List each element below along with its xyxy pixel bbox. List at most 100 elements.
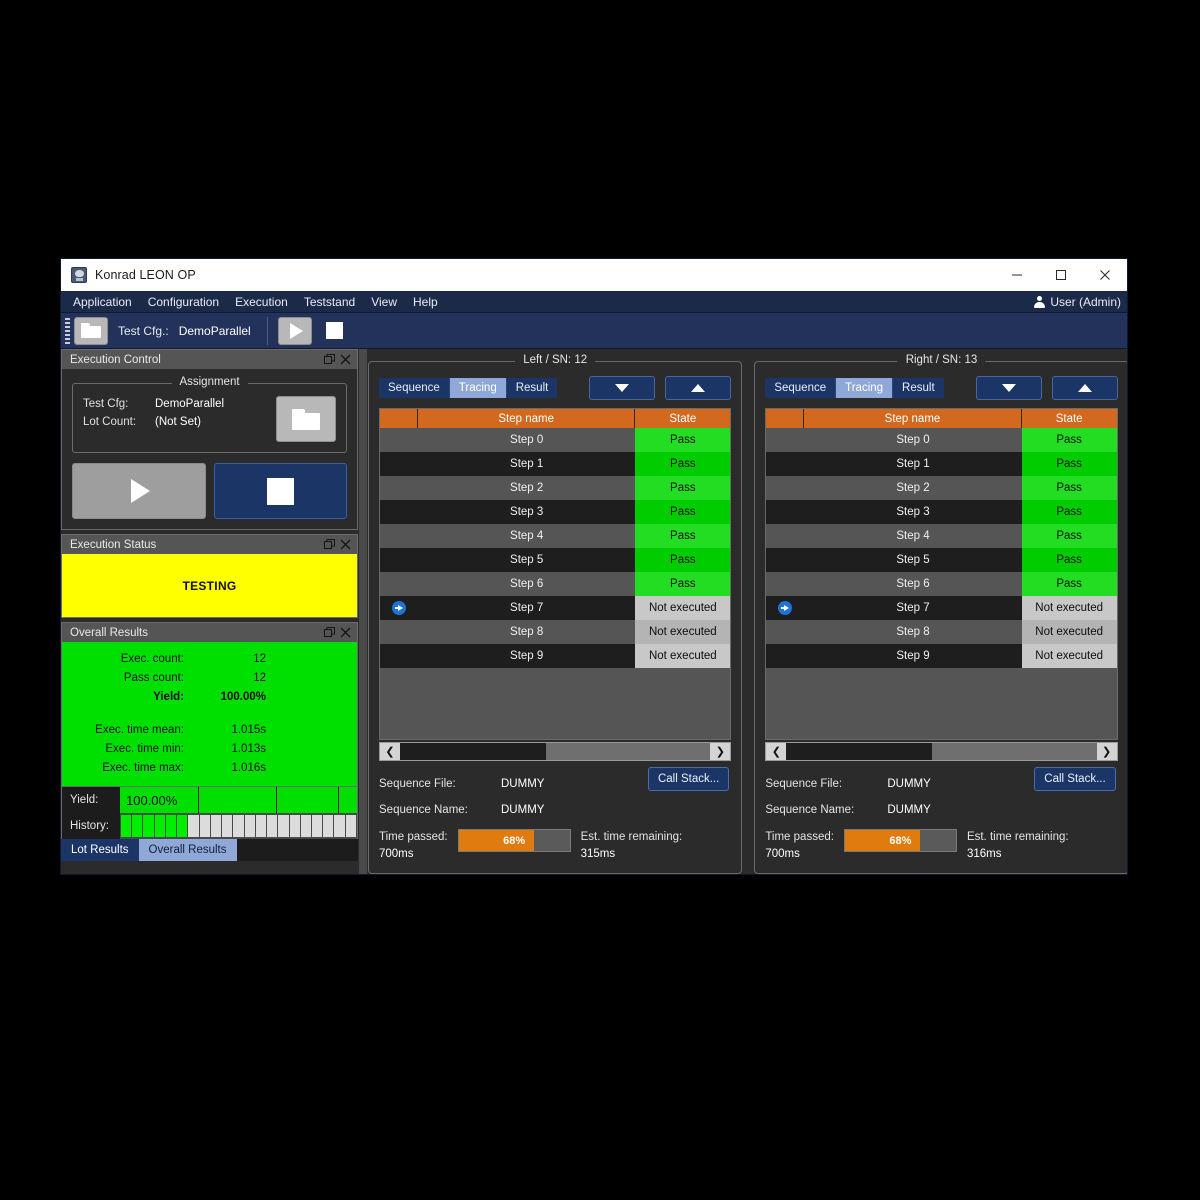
horizontal-scrollbar[interactable]: ❮ ❯	[765, 742, 1118, 761]
open-config-button[interactable]	[74, 316, 108, 345]
info-key: Sequence File:	[379, 778, 456, 790]
menu-view[interactable]: View	[363, 291, 405, 313]
user-indicator[interactable]: User (Admin)	[1034, 291, 1121, 313]
history-cell	[132, 815, 143, 837]
panel-title-overall-results: Overall Results	[70, 626, 148, 639]
table-row[interactable]: Step 9 Not executed	[380, 644, 731, 668]
table-row[interactable]: Step 7 Not executed	[766, 596, 1117, 620]
menu-configuration[interactable]: Configuration	[140, 291, 227, 313]
close-icon[interactable]	[1083, 259, 1127, 291]
scroll-left-icon[interactable]: ❮	[380, 743, 400, 760]
table-row[interactable]: Step 6 Pass	[766, 572, 1117, 596]
info-value: DUMMY	[501, 778, 545, 790]
table-row[interactable]: Step 1 Pass	[766, 452, 1117, 476]
result-key: Exec. count:	[120, 653, 184, 665]
column-header-icon[interactable]	[766, 409, 805, 428]
float-icon[interactable]	[321, 352, 337, 368]
minimize-icon[interactable]	[995, 259, 1039, 291]
station-title: Left / SN: 12	[515, 354, 596, 366]
table-row[interactable]: Step 4 Pass	[766, 524, 1117, 548]
menu-help[interactable]: Help	[405, 291, 446, 313]
table-row[interactable]: Step 5 Pass	[766, 548, 1117, 572]
scroll-down-button[interactable]	[589, 376, 656, 400]
user-icon	[1034, 296, 1046, 308]
table-row[interactable]: Step 4 Pass	[380, 524, 731, 548]
status-badge: TESTING	[182, 578, 237, 593]
scroll-right-icon[interactable]: ❯	[710, 743, 731, 760]
menu-execution[interactable]: Execution	[227, 291, 296, 313]
tab-sequence[interactable]: Sequence	[765, 378, 837, 398]
table-row[interactable]: Step 8 Not executed	[380, 620, 731, 644]
step-name-cell: Step 8	[510, 626, 544, 638]
station-toolbar: Sequence Tracing Result	[765, 376, 1118, 400]
table-row[interactable]: Step 2 Pass	[380, 476, 731, 500]
table-row[interactable]: Step 8 Not executed	[766, 620, 1117, 644]
step-state-cell: Pass	[635, 428, 731, 452]
row-indicator-cell	[766, 620, 804, 644]
result-value: 1.016s	[231, 762, 266, 774]
column-header-icon[interactable]	[380, 409, 418, 428]
panel-body-execution-control: Assignment Test Cfg: DemoParallel Lot Co…	[61, 369, 358, 530]
close-icon[interactable]	[337, 625, 353, 641]
tab-lot-results[interactable]: Lot Results	[61, 839, 139, 861]
table-row[interactable]: Step 3 Pass	[766, 500, 1117, 524]
table-row[interactable]: Step 5 Pass	[380, 548, 731, 572]
scroll-thumb[interactable]	[400, 743, 546, 760]
menu-application[interactable]: Application	[65, 291, 140, 313]
tab-sequence[interactable]: Sequence	[379, 378, 450, 398]
tab-tracing[interactable]: Tracing	[449, 378, 507, 398]
horizontal-scrollbar[interactable]: ❮ ❯	[379, 742, 732, 761]
step-name-cell: Step 7	[896, 602, 930, 614]
call-stack-button[interactable]: Call Stack...	[1034, 767, 1116, 791]
toolbar-grip[interactable]	[65, 317, 70, 344]
scroll-left-icon[interactable]: ❮	[766, 743, 787, 760]
float-icon[interactable]	[321, 537, 337, 553]
browse-config-button[interactable]	[276, 396, 336, 442]
table-row[interactable]: Step 7 Not executed	[380, 596, 731, 620]
column-header-step-name[interactable]: Step name	[418, 409, 636, 428]
table-row[interactable]: Step 1 Pass	[380, 452, 731, 476]
menu-teststand[interactable]: Teststand	[296, 291, 363, 313]
tab-overall-results[interactable]: Overall Results	[138, 839, 237, 861]
tab-result[interactable]: Result	[506, 378, 558, 398]
scroll-track[interactable]	[786, 743, 1097, 760]
step-state-cell: Pass	[635, 572, 731, 596]
call-stack-button[interactable]: Call Stack...	[647, 767, 730, 791]
close-icon[interactable]	[337, 537, 353, 553]
time-passed-value: 700ms	[379, 848, 414, 860]
stop-execution-button[interactable]	[213, 463, 347, 519]
table-row[interactable]: Step 3 Pass	[380, 500, 731, 524]
tab-tracing[interactable]: Tracing	[836, 378, 894, 398]
scroll-thumb[interactable]	[786, 743, 933, 760]
table-body: Step 0 Pass Step 1 Pass Step 2 Pass Step 3 Pass…	[380, 428, 731, 739]
history-cell	[233, 815, 244, 837]
yield-history-strip: Yield: 100.00% History:	[61, 787, 358, 839]
scroll-right-icon[interactable]: ❯	[1096, 743, 1117, 760]
column-header-state[interactable]: State	[635, 409, 731, 428]
scroll-down-button[interactable]	[975, 376, 1042, 400]
maximize-icon[interactable]	[1039, 259, 1083, 291]
est-remaining-label: Est. time remaining:	[966, 831, 1069, 843]
scroll-up-button[interactable]	[1051, 376, 1118, 400]
table-row[interactable]: Step 9 Not executed	[766, 644, 1117, 668]
current-step-arrow-icon	[392, 601, 406, 615]
assignment-row: Test Cfg: DemoParallel	[83, 398, 224, 410]
toolbar-run-button[interactable]	[277, 316, 312, 345]
column-header-state[interactable]: State	[1021, 409, 1117, 428]
close-icon[interactable]	[337, 352, 353, 368]
table-header: Step name State	[766, 409, 1117, 428]
assignment-value: DemoParallel	[155, 398, 225, 410]
table-row[interactable]: Step 0 Pass	[380, 428, 731, 452]
toolbar-separator	[266, 316, 268, 345]
tab-result[interactable]: Result	[893, 378, 944, 398]
scroll-track[interactable]	[400, 743, 711, 760]
start-execution-button[interactable]	[72, 463, 206, 519]
table-row[interactable]: Step 6 Pass	[380, 572, 731, 596]
dock-splitter[interactable]	[358, 349, 368, 874]
toolbar-stop-button[interactable]	[318, 317, 352, 345]
column-header-step-name[interactable]: Step name	[804, 409, 1022, 428]
table-row[interactable]: Step 2 Pass	[766, 476, 1117, 500]
table-row[interactable]: Step 0 Pass	[766, 428, 1117, 452]
float-icon[interactable]	[321, 625, 337, 641]
scroll-up-button[interactable]	[665, 376, 732, 400]
